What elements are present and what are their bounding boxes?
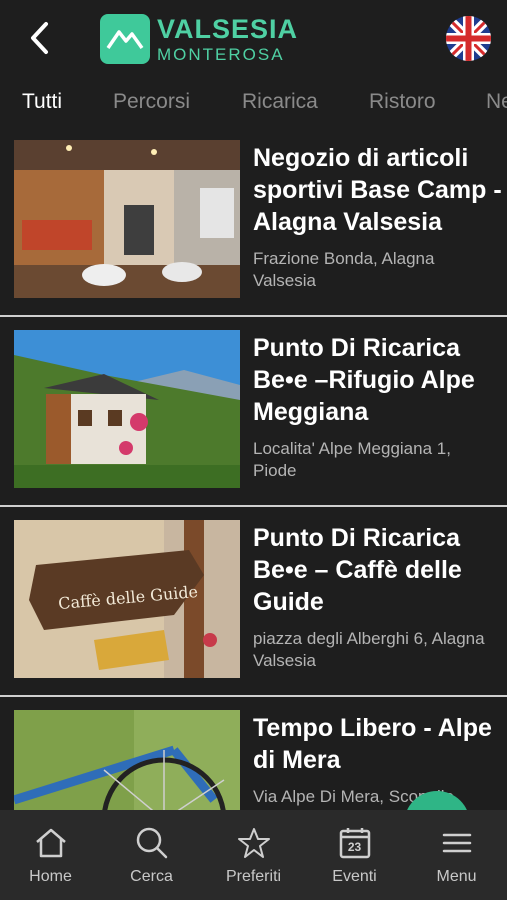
menu-icon — [440, 826, 474, 860]
back-button[interactable] — [22, 20, 58, 56]
calendar-day: 23 — [347, 840, 362, 854]
bottom-navigation: Home Cerca Preferiti 23 Eventi Menu — [0, 810, 507, 900]
item-title: Punto Di Ricarica Be•e –Rifugio Alpe Meg… — [253, 334, 475, 426]
app-header: VALSESIA MONTEROSA — [0, 0, 507, 78]
shop-photo — [14, 140, 240, 298]
nav-menu[interactable]: Menu — [406, 810, 507, 900]
tab-tutti[interactable]: Tutti — [22, 90, 62, 114]
list-item[interactable]: Caffè delle Guide Punto Di Ricarica Be•e… — [0, 508, 507, 686]
home-icon — [34, 826, 68, 860]
divider — [0, 695, 507, 697]
nav-label: Home — [29, 868, 72, 885]
divider — [0, 505, 507, 507]
item-address: piazza degli Alberghi 6, Alagna Valsesia — [253, 629, 485, 670]
item-title: Tempo Libero - Alpe di Mera — [253, 714, 492, 774]
nav-label: Preferiti — [225, 868, 282, 885]
nav-home[interactable]: Home — [0, 810, 101, 900]
item-title: Punto Di Ricarica Be•e – Caffè delle Gui… — [253, 524, 462, 616]
tab-ricarica[interactable]: Ricarica — [242, 90, 318, 114]
app-logo: VALSESIA MONTEROSA — [100, 14, 298, 64]
tab-next-partial[interactable]: Ne — [486, 90, 507, 114]
cafe-sign-photo: Caffè delle Guide — [14, 520, 240, 678]
list-item[interactable]: Negozio di articoli sportivi Base Camp -… — [0, 128, 507, 306]
divider — [0, 315, 507, 317]
logo-subtitle: MONTEROSA — [157, 44, 285, 64]
poi-list: Negozio di articoli sportivi Base Camp -… — [0, 128, 507, 810]
search-icon — [135, 826, 169, 860]
tab-ristoro[interactable]: Ristoro — [369, 90, 436, 114]
star-icon — [237, 826, 271, 860]
calendar-icon: 23 — [338, 826, 372, 860]
nav-label: Eventi — [332, 868, 377, 885]
nav-label: Menu — [436, 868, 477, 885]
item-title: Negozio di articoli sportivi Base Camp -… — [253, 144, 502, 236]
nav-label: Cerca — [130, 868, 173, 885]
logo-title: VALSESIA — [157, 13, 299, 44]
category-tabs: Tutti Percorsi Ricarica Ristoro Ne — [0, 78, 507, 128]
back-arrow-icon — [31, 22, 48, 54]
item-address: Localita' Alpe Meggiana 1, Piode — [253, 439, 451, 480]
nav-search[interactable]: Cerca — [101, 810, 202, 900]
uk-flag-icon[interactable] — [446, 16, 491, 61]
nav-favorites[interactable]: Preferiti — [203, 810, 304, 900]
list-item[interactable]: Punto Di Ricarica Be•e –Rifugio Alpe Meg… — [0, 318, 507, 496]
item-address: Frazione Bonda, Alagna Valsesia — [253, 249, 435, 290]
refuge-photo — [14, 330, 240, 488]
tab-percorsi[interactable]: Percorsi — [113, 90, 190, 114]
mountain-logo-icon — [100, 14, 150, 64]
nav-events[interactable]: 23 Eventi — [304, 810, 405, 900]
bicycle-photo — [14, 710, 240, 810]
